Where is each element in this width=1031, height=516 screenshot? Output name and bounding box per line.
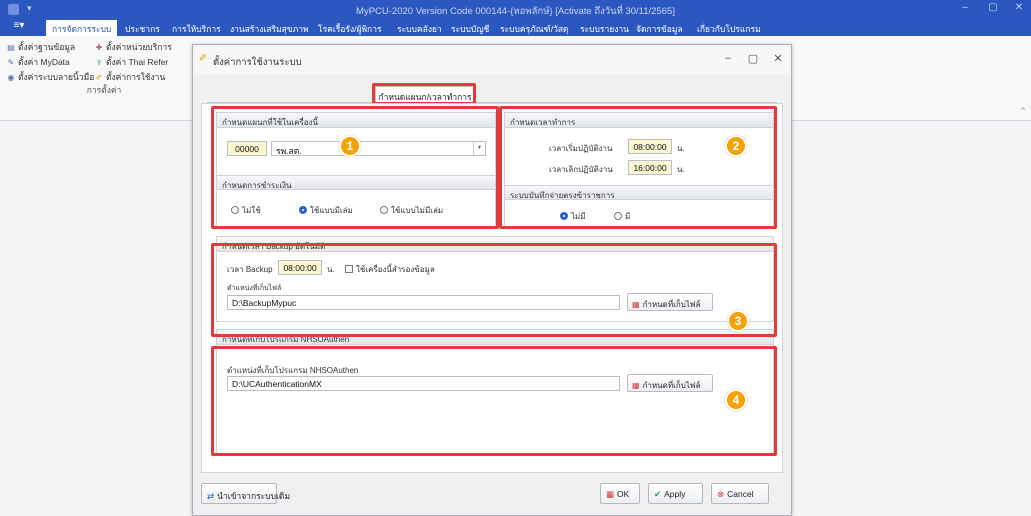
tab-reports[interactable]: ระบบรายงาน — [580, 22, 629, 36]
tab-drug-inventory[interactable]: ระบบคลังยา — [397, 22, 442, 36]
minimize-button[interactable]: – — [953, 2, 977, 17]
badge-4: 4 — [725, 389, 747, 411]
apply-button[interactable]: ✔ Apply — [648, 483, 703, 504]
cancel-button[interactable]: ⊗ Cancel — [711, 483, 769, 504]
tab-chronic-disease[interactable]: โรคเรื้อรัง/ผู้พิการ — [318, 22, 382, 36]
ribbon-database-settings[interactable]: ▤ ตั้งค่าฐานข้อมูล — [6, 40, 75, 54]
dialog-minimize-button[interactable]: – — [718, 52, 738, 64]
ribbon-usage-settings[interactable]: ✐ ตั้งค่าการใช้งาน — [94, 70, 166, 84]
tab-data-management[interactable]: จัดการข้อมูล — [636, 22, 683, 36]
ribbon-mydata-settings[interactable]: ✎ ตั้งค่า MyData — [6, 55, 70, 69]
tab-about[interactable]: เกี่ยวกับโปรแกรม — [697, 22, 761, 36]
dialog-tabstrip: กำหนดแผนก/เวลาทำการ — [207, 86, 777, 103]
tab-equipment[interactable]: ระบบครุภัณฑ์/วัสดุ — [500, 22, 569, 36]
dialog-close-button[interactable]: ✕ — [768, 52, 788, 65]
sync-icon: ⇄ — [207, 491, 215, 501]
file-menu-button[interactable]: ≡▾ — [3, 20, 35, 35]
database-icon: ▤ — [7, 43, 15, 52]
highlight-nhso — [211, 346, 777, 456]
badge-1: 1 — [339, 135, 361, 157]
ribbon-thai-refer-settings[interactable]: ⚕ ตั้งค่า Thai Refer — [94, 55, 168, 69]
tab-health-promotion[interactable]: งานสร้างเสริมสุขภาพ — [230, 22, 309, 36]
refer-icon: ⚕ — [96, 58, 102, 67]
highlight-tab — [372, 83, 476, 105]
tab-services[interactable]: การให้บริการ — [172, 22, 221, 36]
highlight-working-hours — [499, 106, 777, 229]
close-button[interactable]: ✕ — [1007, 2, 1031, 17]
settings-wrench-icon: ✐ — [95, 73, 103, 82]
ok-button[interactable]: ▦ OK — [600, 483, 640, 504]
title-bar: ▾ MyPCU-2020 Version Code 000144-{หอพลัก… — [0, 0, 1031, 19]
highlight-backup — [211, 243, 777, 337]
hospital-icon: ✚ — [95, 43, 103, 52]
dialog-title: ตั้งค่าการใช้งานระบบ — [213, 57, 302, 68]
maximize-button[interactable]: ▢ — [981, 2, 1005, 17]
dialog-title-bar: ✐ ตั้งค่าการใช้งานระบบ – ▢ ✕ — [193, 45, 791, 75]
highlight-department — [211, 106, 499, 229]
menu-bar: ≡▾ การจัดการระบบ ประชากร การให้บริการ งา… — [0, 19, 1031, 36]
ribbon-unit-settings[interactable]: ✚ ตั้งค่าหน่วยบริการ — [94, 40, 172, 54]
settings-dialog: ✐ ตั้งค่าการใช้งานระบบ – ▢ ✕ กำหนดแผนก/เ… — [192, 44, 792, 516]
import-legacy-button[interactable]: ⇄ นำเข้าจากระบบเดิม — [201, 483, 290, 504]
mydata-icon: ✎ — [7, 58, 15, 67]
window-title: MyPCU-2020 Version Code 000144-{หอพลักษ์… — [356, 6, 675, 17]
fingerprint-icon: ◉ — [7, 73, 15, 82]
badge-3: 3 — [727, 310, 749, 332]
ribbon-fingerprint-settings[interactable]: ◉ ตั้งค่าระบบลายนิ้วมือ — [6, 70, 95, 84]
badge-2: 2 — [725, 135, 747, 157]
tab-population[interactable]: ประชากร — [125, 22, 160, 36]
tab-accounting[interactable]: ระบบบัญชี — [451, 22, 489, 36]
check-icon: ✔ — [654, 489, 662, 499]
ribbon-collapse-icon[interactable]: ⌃ — [1019, 106, 1027, 117]
dialog-maximize-button[interactable]: ▢ — [743, 52, 763, 65]
ribbon-group-label: การตั้งค่า — [86, 85, 122, 95]
cancel-icon: ⊗ — [717, 489, 725, 499]
tab-system-management[interactable]: การจัดการระบบ — [46, 20, 118, 36]
save-icon: ▦ — [606, 489, 615, 499]
settings-wrench-icon: ✐ — [199, 53, 208, 64]
